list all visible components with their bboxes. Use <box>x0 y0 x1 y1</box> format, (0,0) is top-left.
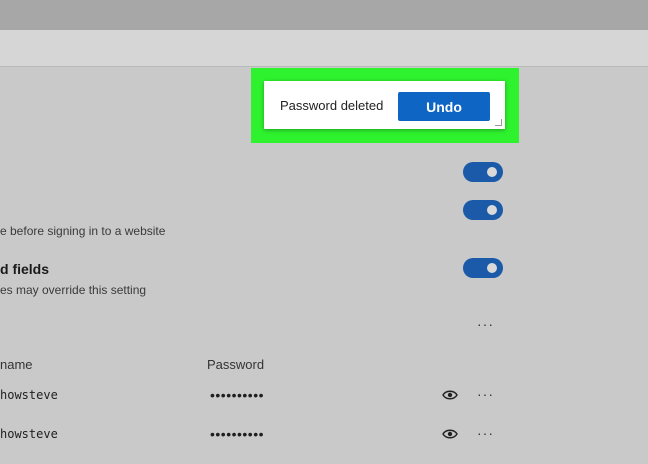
toast-message: Password deleted <box>280 98 384 113</box>
undo-button[interactable]: Undo <box>398 92 490 121</box>
autofill-fields-toggle[interactable] <box>463 258 503 278</box>
sign-in-prompt-description: e before signing in to a website <box>0 224 166 238</box>
offer-to-save-passwords-toggle[interactable] <box>463 162 503 182</box>
browser-toolbar <box>0 30 648 67</box>
password-deleted-toast: Password deleted Undo <box>264 81 505 129</box>
autofill-fields-description: es may override this setting <box>0 283 147 297</box>
window-top-bar <box>0 0 648 30</box>
show-password-eye-icon[interactable] <box>442 389 458 401</box>
show-password-eye-icon[interactable] <box>442 428 458 440</box>
saved-passwords-more-button[interactable]: ··· <box>477 317 494 331</box>
password-column-header: Password <box>207 357 265 372</box>
row-more-button[interactable]: ··· <box>477 426 494 440</box>
username-cell: howsteve <box>0 427 58 441</box>
autofill-fields-heading: d fields <box>0 261 50 277</box>
sign-in-prompt-toggle[interactable] <box>463 200 503 220</box>
password-cell: •••••••••• <box>210 387 265 403</box>
password-cell: •••••••••• <box>210 426 265 442</box>
row-more-button[interactable]: ··· <box>477 387 494 401</box>
resize-grip-icon <box>495 119 502 126</box>
username-column-header: name <box>0 357 33 372</box>
username-cell: howsteve <box>0 388 58 402</box>
